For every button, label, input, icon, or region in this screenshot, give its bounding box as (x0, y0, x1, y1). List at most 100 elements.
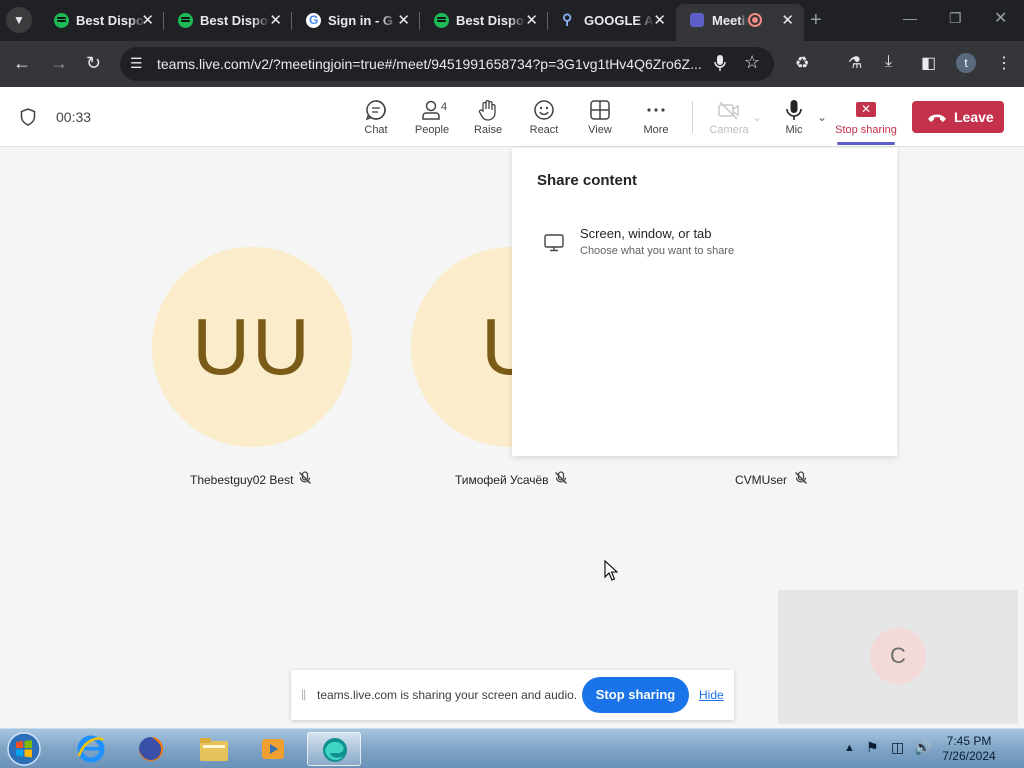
leave-label: Leave (954, 109, 994, 125)
browser-tab[interactable]: ⚲ GOOGLE A ✕ (548, 0, 676, 41)
close-icon[interactable]: ✕ (141, 11, 154, 29)
mouse-cursor-icon (604, 559, 619, 586)
tab-title: Sign in - G (328, 13, 393, 28)
labs-icon[interactable]: ⚗ (848, 53, 862, 73)
react-button[interactable]: React (519, 95, 569, 141)
share-content-panel: Share content Screen, window, or tab Cho… (512, 148, 897, 456)
participant-name: Thebestguy02 Best (190, 473, 294, 487)
screen-share-notification-bar: || teams.live.com is sharing your screen… (291, 670, 734, 720)
spotify-icon (178, 13, 193, 28)
window-close-icon[interactable]: ✕ (994, 8, 1007, 28)
profile-avatar[interactable]: t (956, 53, 976, 73)
self-view-tile[interactable]: C (778, 590, 1018, 724)
close-icon[interactable]: ✕ (781, 11, 794, 29)
internet-explorer-icon (77, 735, 105, 763)
monitor-icon (544, 234, 564, 257)
url-text[interactable]: teams.live.com/v2/?meetingjoin=true#/mee… (157, 56, 707, 72)
meeting-header: 00:33 Chat 4 People Raise React View Mor… (0, 87, 1024, 147)
browser-tab[interactable]: Sign in - G ✕ (292, 0, 420, 41)
taskbar-firefox[interactable] (124, 732, 178, 766)
tab-title: Best Dispo (76, 13, 144, 28)
browser-tab[interactable]: Best Dispo ✕ (164, 0, 292, 41)
mic-label: Mic (785, 124, 803, 136)
view-label: View (588, 124, 612, 136)
firefox-icon (139, 737, 163, 761)
browser-app-icon (323, 738, 347, 762)
browser-tab-strip: ▼ Best Dispo ✕ Best Dispo ✕ Sign in - G … (0, 0, 1024, 41)
more-button[interactable]: More (631, 95, 681, 141)
active-indicator (837, 142, 895, 145)
stop-sharing-toolbar-button[interactable]: ✕ Stop sharing (834, 95, 898, 147)
mic-options-chevron-icon[interactable]: ⌄ (817, 110, 827, 124)
new-tab-icon[interactable]: + (810, 9, 822, 32)
leave-button[interactable]: Leave (912, 101, 1004, 133)
hide-link[interactable]: Hide (699, 688, 724, 702)
people-count: 4 (441, 101, 448, 113)
chat-label: Chat (364, 124, 388, 136)
drag-handle-icon[interactable]: || (301, 687, 306, 701)
camera-options-chevron-icon[interactable]: ⌄ (752, 110, 762, 124)
clock-time: 7:45 PM (946, 734, 992, 748)
grid-view-icon (590, 100, 610, 120)
bookmark-star-icon[interactable]: ☆ (744, 52, 760, 73)
taskbar-media-player[interactable] (246, 732, 300, 766)
side-panel-icon[interactable]: ◧ (921, 53, 936, 73)
close-icon[interactable]: ✕ (653, 11, 666, 29)
restore-icon[interactable]: ❐ (949, 10, 962, 27)
clock-date: 7/26/2024 (942, 749, 996, 763)
close-icon[interactable]: ✕ (525, 11, 538, 29)
show-hidden-icons[interactable]: ▲ (844, 742, 855, 754)
tab-title: Meetin (712, 13, 748, 28)
share-screen-option[interactable]: Screen, window, or tab Choose what you w… (532, 220, 877, 266)
browser-tab[interactable]: Best Dispo ✕ (40, 0, 164, 41)
shield-icon[interactable] (20, 108, 36, 131)
camera-button[interactable]: Camera (704, 95, 754, 141)
chat-button[interactable]: Chat (351, 95, 401, 141)
taskbar-file-explorer[interactable] (186, 732, 240, 766)
raise-hand-button[interactable]: Raise (463, 95, 513, 141)
view-button[interactable]: View (575, 95, 625, 141)
system-clock[interactable]: 7:45 PM 7/26/2024 (924, 734, 1014, 764)
self-avatar: C (870, 628, 926, 684)
more-label: More (643, 124, 669, 136)
action-center-flag-icon[interactable]: ⚑ (866, 739, 879, 756)
share-option-subtitle: Choose what you want to share (580, 245, 735, 257)
stop-sharing-button[interactable]: Stop sharing (582, 677, 689, 713)
participant-avatar[interactable]: UU (152, 247, 352, 447)
start-button[interactable] (4, 731, 46, 767)
mic-off-icon (794, 471, 808, 488)
forward-icon[interactable]: → (50, 53, 68, 74)
close-icon[interactable]: ✕ (397, 11, 410, 29)
windows-taskbar: ▲ ⚑ ◫ 🔊 7:45 PM 7/26/2024 (0, 728, 1024, 768)
browser-toolbar: ← → ↻ ☰ teams.live.com/v2/?meetingjoin=t… (0, 41, 1024, 87)
mic-icon (786, 100, 802, 120)
mic-off-icon (298, 471, 312, 488)
smiley-icon (534, 100, 554, 120)
taskbar-internet-explorer[interactable] (64, 732, 118, 766)
tab-title: GOOGLE A (584, 13, 654, 28)
browser-tab-active[interactable]: Meetin ✕ (676, 4, 804, 41)
minimize-icon[interactable]: — (903, 10, 917, 26)
mic-in-use-icon[interactable] (714, 55, 726, 74)
chat-icon (365, 100, 386, 121)
chrome-menu-icon[interactable]: ⋮ (996, 53, 1012, 73)
camera-label: Camera (709, 124, 749, 136)
share-option-title: Screen, window, or tab (580, 226, 712, 241)
download-icon[interactable]: ⤓ (885, 53, 892, 71)
network-icon[interactable]: ◫ (891, 739, 904, 756)
tab-search-chevron-icon[interactable]: ▼ (6, 7, 32, 33)
site-settings-icon[interactable]: ☰ (130, 55, 143, 72)
close-icon[interactable]: ✕ (269, 11, 282, 29)
meeting-timer: 00:33 (56, 109, 92, 125)
people-icon (422, 100, 440, 120)
mic-button[interactable]: Mic (769, 95, 819, 141)
browser-tab[interactable]: Best Dispo ✕ (420, 0, 548, 41)
reload-icon[interactable]: ↻ (86, 53, 101, 74)
back-icon[interactable]: ← (13, 53, 31, 74)
extensions-icon[interactable]: ♻ (795, 53, 809, 73)
address-bar[interactable]: ☰ teams.live.com/v2/?meetingjoin=true#/m… (120, 47, 774, 81)
people-button[interactable]: 4 People (407, 95, 457, 141)
more-dots-icon (647, 108, 665, 112)
toolbar-divider (692, 101, 693, 133)
taskbar-edge-active[interactable] (307, 732, 361, 766)
